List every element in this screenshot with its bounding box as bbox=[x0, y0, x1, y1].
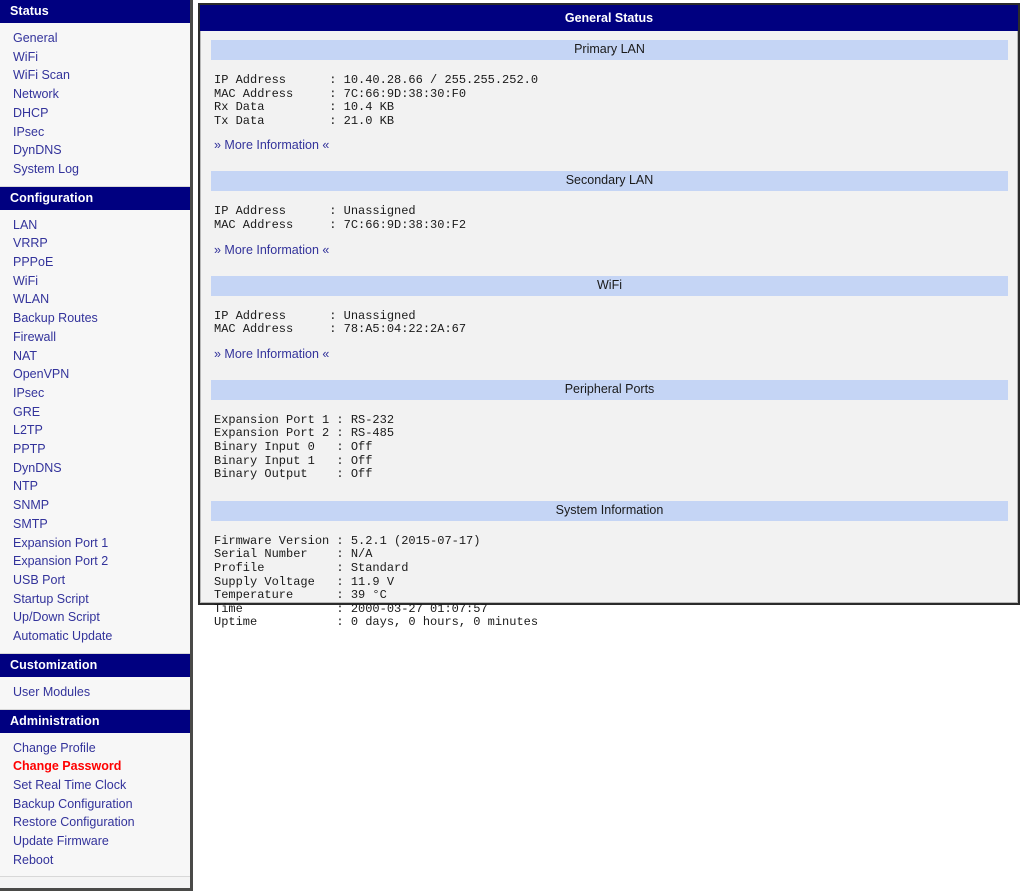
sidebar-item-change-profile[interactable]: Change Profile bbox=[0, 739, 190, 758]
sidebar-item-dhcp[interactable]: DHCP bbox=[0, 104, 190, 123]
sidebar-item-user-modules[interactable]: User Modules bbox=[0, 683, 190, 702]
section-body-primary-lan: IP Address : 10.40.28.66 / 255.255.252.0… bbox=[214, 73, 539, 128]
sidebar-item-automatic-update[interactable]: Automatic Update bbox=[0, 627, 190, 646]
more-information-link-primary-lan[interactable]: » More Information « bbox=[214, 138, 329, 153]
sidebar-item-dyndns-config[interactable]: DynDNS bbox=[0, 459, 190, 478]
section-header-system-information: System Information bbox=[211, 500, 1008, 521]
more-information-link-wifi[interactable]: » More Information « bbox=[214, 347, 329, 362]
sidebar-item-nat[interactable]: NAT bbox=[0, 347, 190, 366]
section-header-primary-lan: Primary LAN bbox=[211, 40, 1008, 60]
sidebar-section-list-administration: Change Profile Change Password Set Real … bbox=[0, 732, 190, 878]
sidebar-item-pptp[interactable]: PPTP bbox=[0, 440, 190, 459]
sidebar-item-expansion-port-1[interactable]: Expansion Port 1 bbox=[0, 534, 190, 553]
sidebar-item-startup-script[interactable]: Startup Script bbox=[0, 590, 190, 609]
sidebar-item-restore-configuration[interactable]: Restore Configuration bbox=[0, 813, 190, 832]
page-title: General Status bbox=[200, 5, 1018, 31]
sidebar-section-header-customization: Customization bbox=[0, 653, 190, 677]
sidebar-item-up-down-script[interactable]: Up/Down Script bbox=[0, 608, 190, 627]
sidebar-item-reboot[interactable]: Reboot bbox=[0, 851, 190, 870]
sidebar-section-header-administration: Administration bbox=[0, 709, 190, 733]
sidebar-item-ntp[interactable]: NTP bbox=[0, 477, 190, 496]
sidebar-item-ipsec[interactable]: IPsec bbox=[0, 123, 190, 142]
section-header-peripheral-ports: Peripheral Ports bbox=[211, 379, 1008, 400]
sidebar-item-l2tp[interactable]: L2TP bbox=[0, 421, 190, 440]
sidebar-item-update-firmware[interactable]: Update Firmware bbox=[0, 832, 190, 851]
sidebar-section-header-configuration: Configuration bbox=[0, 186, 190, 210]
sidebar-item-set-real-time-clock[interactable]: Set Real Time Clock bbox=[0, 776, 190, 795]
sidebar-item-system-log[interactable]: System Log bbox=[0, 160, 190, 179]
sidebar-navigation: Status General WiFi WiFi Scan Network DH… bbox=[0, 0, 193, 891]
section-body-wifi: IP Address : Unassigned MAC Address : 78… bbox=[214, 308, 467, 337]
sidebar-item-dyndns[interactable]: DynDNS bbox=[0, 141, 190, 160]
section-header-secondary-lan: Secondary LAN bbox=[211, 171, 1008, 192]
sidebar-item-lan[interactable]: LAN bbox=[0, 216, 190, 235]
sidebar-item-general[interactable]: General bbox=[0, 29, 190, 48]
sidebar-item-backup-configuration[interactable]: Backup Configuration bbox=[0, 795, 190, 814]
section-body-secondary-lan: IP Address : Unassigned MAC Address : 7C… bbox=[214, 204, 467, 232]
status-sections: Primary LAN IP Address : 10.40.28.66 / 2… bbox=[200, 40, 1018, 630]
sidebar-item-firewall[interactable]: Firewall bbox=[0, 328, 190, 347]
sidebar-item-expansion-port-2[interactable]: Expansion Port 2 bbox=[0, 552, 190, 571]
sidebar-item-backup-routes[interactable]: Backup Routes bbox=[0, 309, 190, 328]
sidebar-item-wifi[interactable]: WiFi bbox=[0, 48, 190, 67]
sidebar-item-openvpn[interactable]: OpenVPN bbox=[0, 365, 190, 384]
sidebar-item-wlan[interactable]: WLAN bbox=[0, 290, 190, 309]
sidebar-section-list-configuration: LAN VRRP PPPoE WiFi WLAN Backup Routes F… bbox=[0, 209, 190, 654]
sidebar-item-usb-port[interactable]: USB Port bbox=[0, 571, 190, 590]
section-header-wifi: WiFi bbox=[211, 275, 1008, 296]
sidebar-item-network[interactable]: Network bbox=[0, 85, 190, 104]
section-body-system-information: Firmware Version : 5.2.1 (2015-07-17) Se… bbox=[214, 533, 539, 630]
sidebar-item-smtp[interactable]: SMTP bbox=[0, 515, 190, 534]
sidebar-item-gre[interactable]: GRE bbox=[0, 403, 190, 422]
general-status-panel: General Status Primary LAN IP Address : … bbox=[198, 3, 1020, 629]
sidebar-item-wifi-config[interactable]: WiFi bbox=[0, 272, 190, 291]
sidebar-item-vrrp[interactable]: VRRP bbox=[0, 234, 190, 253]
sidebar-section-header-status: Status bbox=[0, 0, 190, 23]
sidebar-section-list-status: General WiFi WiFi Scan Network DHCP IPse… bbox=[0, 23, 190, 187]
sidebar-item-snmp[interactable]: SNMP bbox=[0, 496, 190, 515]
sidebar-item-ipsec-config[interactable]: IPsec bbox=[0, 384, 190, 403]
sidebar-item-wifi-scan[interactable]: WiFi Scan bbox=[0, 66, 190, 85]
sidebar-item-change-password[interactable]: Change Password bbox=[0, 757, 190, 776]
sidebar-item-pppoe[interactable]: PPPoE bbox=[0, 253, 190, 272]
section-body-peripheral-ports: Expansion Port 1 : RS-232 Expansion Port… bbox=[214, 412, 395, 482]
more-information-link-secondary-lan[interactable]: » More Information « bbox=[214, 243, 329, 258]
sidebar-section-list-customization: User Modules bbox=[0, 676, 190, 710]
